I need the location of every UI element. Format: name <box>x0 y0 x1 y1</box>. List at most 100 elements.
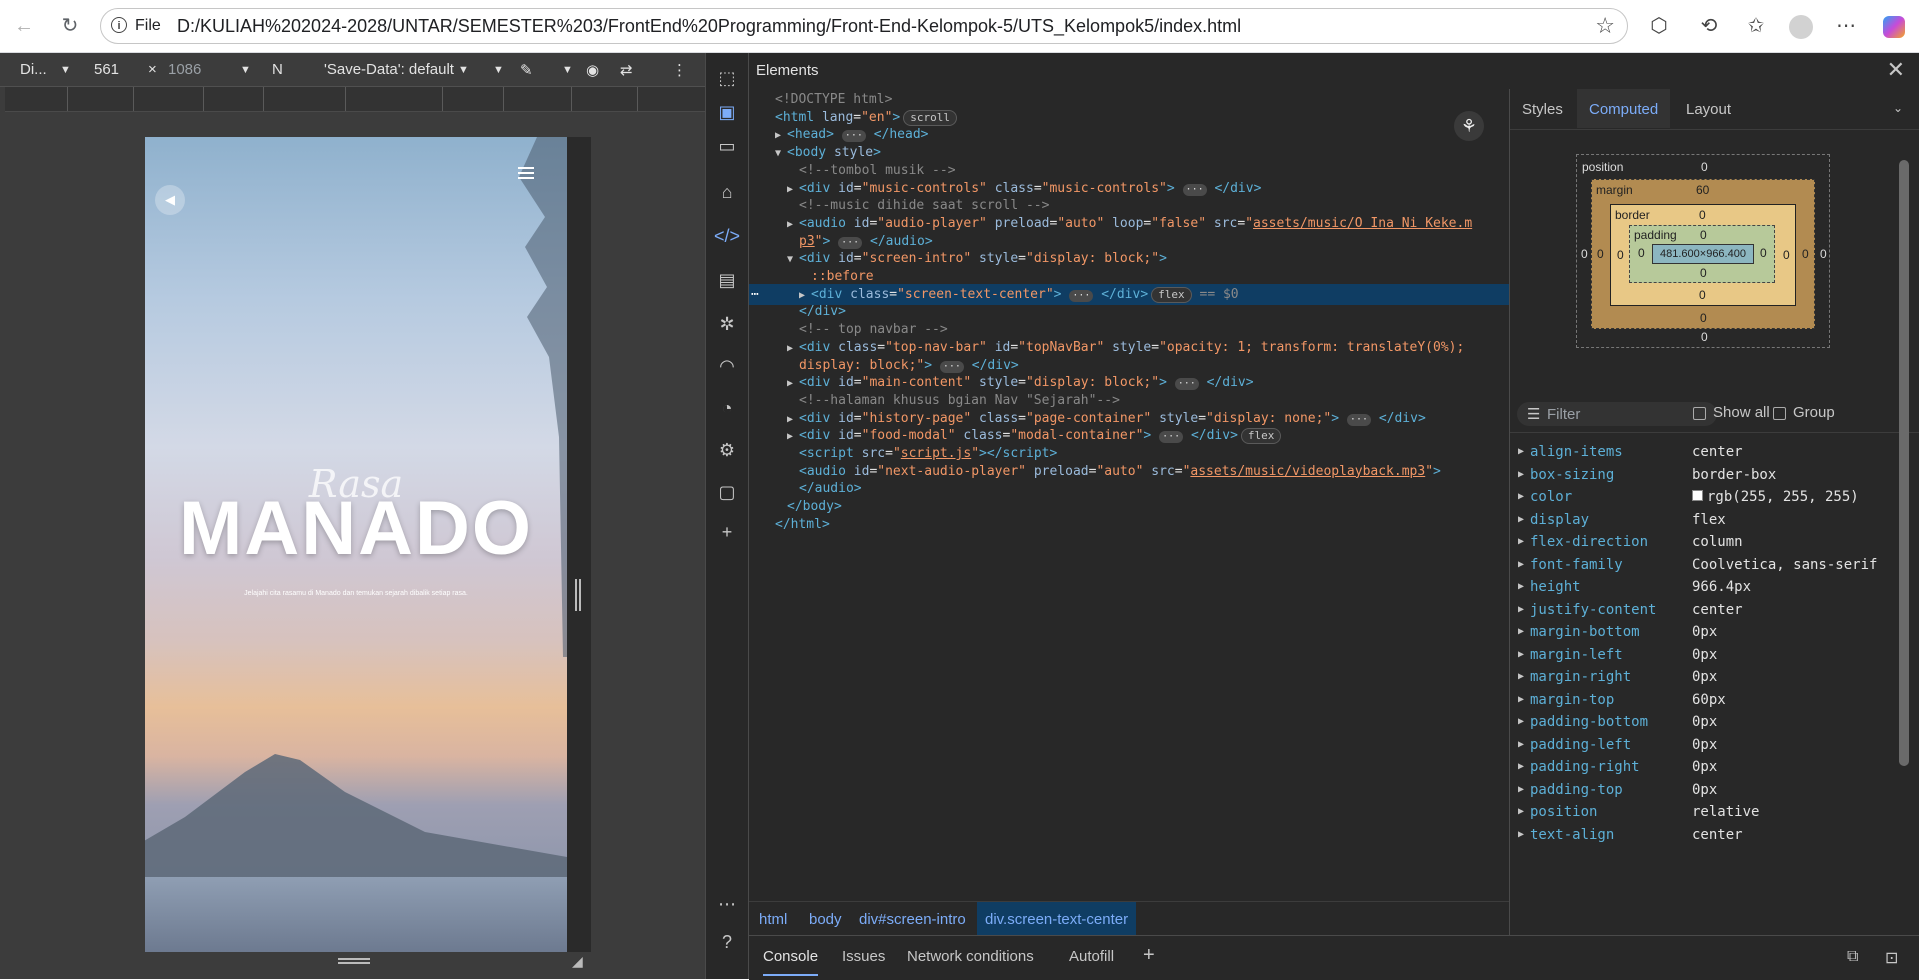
add-tool-icon[interactable]: + <box>714 519 740 545</box>
expand-triangle-icon[interactable]: ▶ <box>1518 441 1530 463</box>
breadcrumb-screen-text-center[interactable]: div.screen-text-center <box>977 902 1137 937</box>
info-icon[interactable]: i <box>111 17 127 33</box>
more-icon[interactable]: ⋯ <box>1832 12 1860 40</box>
computed-property-row[interactable]: ▶ padding-bottom 0px <box>1510 711 1905 733</box>
star-icon[interactable]: ☆ <box>1595 13 1615 39</box>
computed-property-row[interactable]: ▶ margin-left 0px <box>1510 644 1905 666</box>
chevron-down-icon[interactable]: ▼ <box>240 64 251 76</box>
back-icon[interactable]: ← <box>10 12 38 40</box>
expand-triangle-icon[interactable]: ▶ <box>1518 464 1530 486</box>
more-options-icon[interactable]: ⋮ <box>672 61 687 79</box>
tab-sync-icon[interactable]: ⟲ <box>1695 12 1723 40</box>
expand-triangle-icon[interactable]: ▶ <box>1518 531 1530 553</box>
network-icon[interactable]: ◠ <box>714 353 740 379</box>
tab-autofill[interactable]: Autofill <box>1069 948 1114 965</box>
computed-property-row[interactable]: ▶ font-family Coolvetica, sans-serif <box>1510 554 1905 576</box>
dom-tree[interactable]: <!DOCTYPE html> <html lang="en"> scroll ▶ <h… <box>749 89 1509 901</box>
computed-property-row[interactable]: ▶ justify-content center <box>1510 599 1905 621</box>
expand-triangle-icon[interactable]: ▶ <box>1518 599 1530 621</box>
save-data-select[interactable]: 'Save-Data': default <box>324 61 454 78</box>
computed-property-row[interactable]: ▶ padding-left 0px <box>1510 734 1905 756</box>
page-preview[interactable]: ◀ Rasa MANADO Jelajahi cita rasamu di Ma… <box>145 137 567 952</box>
hamburger-icon[interactable] <box>518 167 534 181</box>
device-toggle-icon[interactable]: ▣ <box>714 99 740 125</box>
rotate-icon[interactable]: ⇄ <box>620 61 633 79</box>
computed-property-row[interactable]: ▶ align-items center <box>1510 441 1905 463</box>
elements-icon[interactable]: </> <box>714 223 740 249</box>
height-input[interactable]: 1086 <box>168 61 201 78</box>
breadcrumb-screen-intro[interactable]: div#screen-intro <box>859 911 966 928</box>
chevron-down-icon[interactable]: ▼ <box>60 64 71 76</box>
breadcrumb-html[interactable]: html <box>759 911 787 928</box>
expand-triangle-icon[interactable]: ▶ <box>1518 486 1530 508</box>
tab-network-conditions[interactable]: Network conditions <box>907 948 1034 965</box>
expand-triangle-icon[interactable]: ▶ <box>1518 824 1530 846</box>
chevron-down-icon[interactable]: ⌄ <box>1893 101 1903 115</box>
settings-icon[interactable]: ⚙ <box>714 437 740 463</box>
computed-property-row[interactable]: ▶ margin-bottom 0px <box>1510 621 1905 643</box>
vision-icon[interactable]: ◉ <box>586 61 599 79</box>
tab-console[interactable]: Console <box>763 948 819 976</box>
expand-triangle-icon[interactable]: ▶ <box>1518 756 1530 778</box>
computed-property-row[interactable]: ▶ height 966.4px <box>1510 576 1905 598</box>
application-icon[interactable]: ▢ <box>714 479 740 505</box>
group-checkbox[interactable] <box>1773 407 1786 420</box>
expand-triangle-icon[interactable]: ▶ <box>1518 666 1530 688</box>
expand-triangle-icon[interactable]: ▶ <box>1518 621 1530 643</box>
tab-layout[interactable]: Layout <box>1686 101 1731 118</box>
width-input[interactable]: 561 <box>94 61 119 78</box>
computed-property-row[interactable]: ▶ display flex <box>1510 509 1905 531</box>
computed-property-row[interactable]: ▶ text-align center <box>1510 824 1905 846</box>
expand-triangle-icon[interactable]: ▶ <box>1518 576 1530 598</box>
accessibility-icon[interactable]: ⚘ <box>1454 111 1484 141</box>
window-icon[interactable]: ▭ <box>714 133 740 159</box>
dimensions-select[interactable]: Di... <box>20 61 47 78</box>
tab-styles[interactable]: Styles <box>1522 101 1563 118</box>
favorites-icon[interactable]: ✩ <box>1742 12 1770 40</box>
computed-property-row[interactable]: ▶ padding-right 0px <box>1510 756 1905 778</box>
profile-icon[interactable] <box>1787 12 1815 40</box>
resize-handle-right[interactable] <box>575 579 581 611</box>
computed-property-row[interactable]: ▶ padding-top 0px <box>1510 779 1905 801</box>
expand-triangle-icon[interactable]: ▶ <box>1518 509 1530 531</box>
computed-property-row[interactable]: ▶ flex-direction column <box>1510 531 1905 553</box>
inspect-icon[interactable]: ⬚ <box>714 65 740 91</box>
copilot-icon[interactable] <box>1880 12 1908 40</box>
welcome-icon[interactable]: ⌂ <box>714 179 740 205</box>
tab-issues[interactable]: Issues <box>842 948 885 965</box>
help-icon[interactable]: ? <box>714 929 740 955</box>
expand-triangle-icon[interactable]: ▶ <box>1518 734 1530 756</box>
expand-triangle-icon[interactable]: ▶ <box>1518 644 1530 666</box>
dock-icon[interactable]: ⧉ <box>1847 948 1858 966</box>
mute-icon[interactable]: ◀ <box>155 185 185 215</box>
filter-input[interactable]: ☰ Filter <box>1517 402 1717 426</box>
close-icon[interactable]: ✕ <box>1887 57 1905 83</box>
address-bar[interactable]: i File D:/KULIAH%202024-2028/UNTAR/SEMES… <box>100 8 1628 44</box>
tab-computed[interactable]: Computed <box>1577 89 1671 128</box>
throttle-select[interactable]: N <box>272 61 283 78</box>
expand-triangle-icon[interactable]: ▶ <box>1518 554 1530 576</box>
color-swatch[interactable] <box>1692 490 1703 501</box>
computed-property-row[interactable]: ▶ margin-right 0px <box>1510 666 1905 688</box>
performance-icon[interactable]: ◔ <box>714 395 740 421</box>
expand-triangle-icon[interactable]: ▶ <box>1518 689 1530 711</box>
expand-triangle-icon[interactable]: ▶ <box>1518 711 1530 733</box>
expand-triangle-icon[interactable]: ▶ <box>1518 779 1530 801</box>
computed-property-row[interactable]: ▶ box-sizing border-box <box>1510 464 1905 486</box>
more-tools-icon[interactable]: ⋯ <box>714 891 740 917</box>
scrollbar[interactable] <box>1899 160 1909 766</box>
box-content[interactable]: 481.600×966.400 <box>1652 244 1754 264</box>
reload-icon[interactable]: ↻ <box>56 12 84 40</box>
add-tab-icon[interactable]: + <box>1143 944 1155 967</box>
chevron-down-icon[interactable]: ▼ <box>562 64 573 76</box>
sources-icon[interactable]: ✲ <box>714 311 740 337</box>
breadcrumb-body[interactable]: body <box>809 911 842 928</box>
chevron-down-icon[interactable]: ▼ <box>458 64 469 76</box>
chevron-down-icon[interactable]: ▼ <box>493 64 504 76</box>
undock-icon[interactable]: ⊡ <box>1885 948 1898 968</box>
computed-property-row[interactable]: ▶ margin-top 60px <box>1510 689 1905 711</box>
computed-property-row[interactable]: ▶ position relative <box>1510 801 1905 823</box>
eyedropper-icon[interactable]: ✎ <box>520 61 533 79</box>
url-text[interactable]: D:/KULIAH%202024-2028/UNTAR/SEMESTER%203… <box>177 16 1241 37</box>
dom-node[interactable]: </html> <box>749 514 1509 535</box>
